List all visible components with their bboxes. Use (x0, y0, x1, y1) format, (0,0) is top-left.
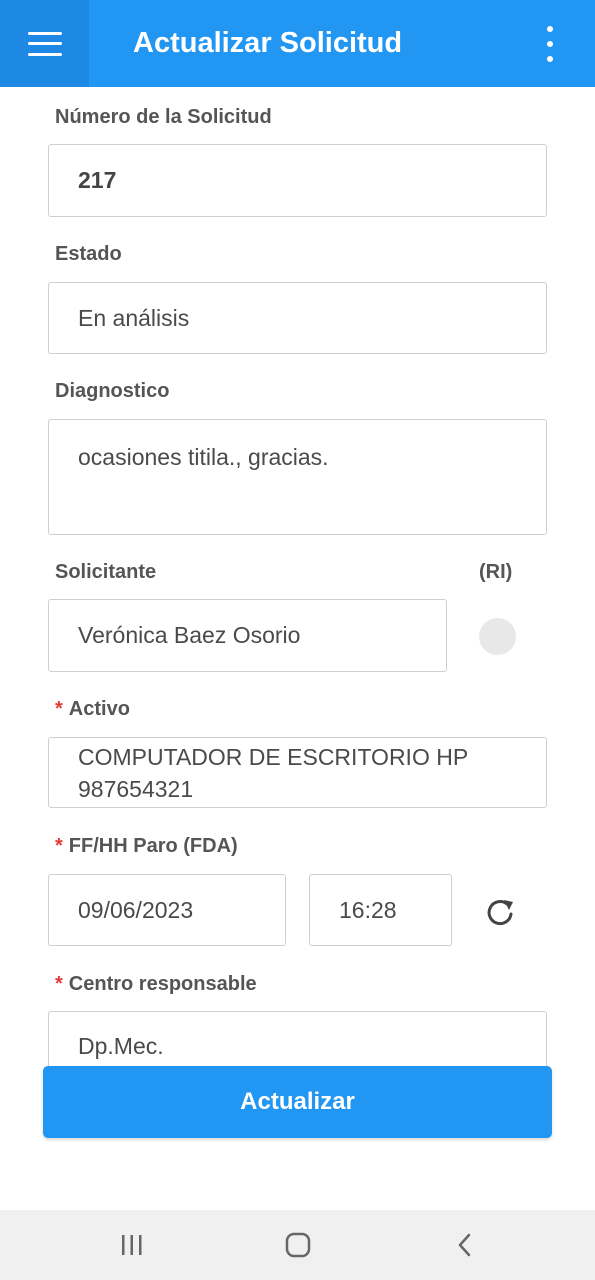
required-marker: * (55, 698, 63, 720)
back-icon[interactable] (445, 1227, 485, 1263)
recent-apps-icon[interactable] (112, 1227, 152, 1263)
home-icon[interactable] (278, 1227, 318, 1263)
activo-line1: COMPUTADOR DE ESCRITORIO HP (78, 743, 469, 770)
paro-date-value: 09/06/2023 (78, 896, 194, 923)
numero-label: Número de la Solicitud (55, 106, 272, 128)
paro-date-field[interactable]: 09/06/2023 (48, 874, 286, 946)
centro-label: * Centro responsable (55, 973, 257, 995)
numero-field[interactable]: 217 (48, 144, 547, 217)
scrolled-text-fragment (78, 420, 546, 427)
solicitante-label: Solicitante (55, 561, 157, 583)
centro-value: Dp.Mec. (78, 1033, 164, 1059)
ri-label: (RI) (479, 561, 513, 583)
activo-label: * Activo (55, 698, 130, 720)
numero-value: 217 (78, 167, 117, 193)
diagnostico-field[interactable]: ocasiones titila., gracias. (48, 419, 547, 535)
paro-time-value: 16:28 (339, 896, 397, 923)
paro-time-field[interactable]: 16:28 (309, 874, 452, 946)
required-marker: * (55, 973, 63, 995)
actualizar-button[interactable]: Actualizar (43, 1066, 552, 1138)
ri-toggle[interactable] (479, 618, 516, 655)
refresh-icon[interactable] (480, 892, 520, 932)
estado-label: Estado (55, 243, 122, 265)
diagnostico-value: ocasiones titila., gracias. (78, 444, 329, 470)
estado-value: En análisis (78, 304, 190, 331)
hamburger-menu-icon (27, 31, 62, 56)
required-marker: * (55, 835, 63, 857)
diagnostico-label: Diagnostico (55, 380, 170, 402)
solicitante-field[interactable]: Verónica Baez Osorio (48, 599, 447, 672)
solicitante-value: Verónica Baez Osorio (78, 622, 301, 648)
app-bar: Actualizar Solicitud (0, 0, 595, 87)
menu-button[interactable] (0, 0, 89, 87)
page-title: Actualizar Solicitud (133, 27, 403, 59)
more-vertical-icon[interactable] (536, 26, 564, 62)
system-navigation-bar (0, 1210, 595, 1280)
estado-field[interactable]: En análisis (48, 282, 547, 354)
paro-label: * FF/HH Paro (FDA) (55, 835, 238, 857)
activo-line2: 987654321 (78, 775, 194, 802)
activo-field[interactable]: COMPUTADOR DE ESCRITORIO HP 987654321 (48, 737, 547, 808)
